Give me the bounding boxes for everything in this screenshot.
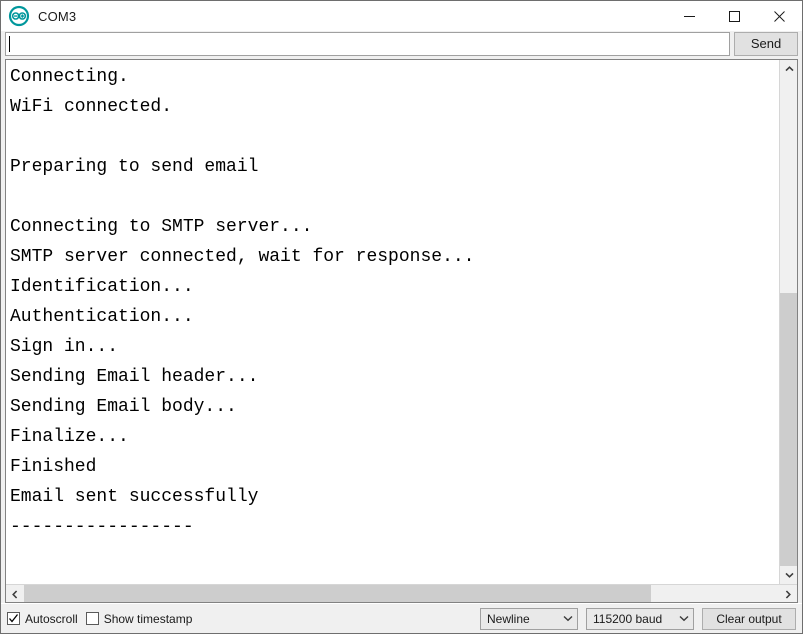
console-line: Finished: [10, 457, 97, 477]
maximize-button[interactable]: [712, 1, 757, 31]
show-timestamp-checkbox[interactable]: Show timestamp: [85, 611, 193, 626]
chevron-down-icon: [784, 572, 794, 578]
minimize-icon: [684, 15, 695, 17]
serial-monitor-window: COM3 Send Connecting. WiFi connected. Pr…: [0, 0, 803, 634]
arduino-logo-icon: [8, 5, 30, 27]
vertical-scroll-track[interactable]: [780, 78, 797, 566]
vertical-scroll-thumb[interactable]: [780, 292, 797, 566]
clear-output-button[interactable]: Clear output: [702, 607, 796, 630]
console-line: Connecting.: [10, 67, 129, 87]
send-input-wrapper[interactable]: [5, 32, 730, 56]
console-line: Preparing to send email: [10, 157, 259, 177]
chevron-left-icon: [12, 589, 18, 599]
output-body: Connecting. WiFi connected. Preparing to …: [6, 60, 797, 584]
window-title: COM3: [38, 8, 77, 24]
chevron-right-icon: [785, 589, 791, 599]
console-line: Sign in...: [10, 337, 119, 357]
baud-rate-value: 115200 baud: [593, 611, 663, 626]
text-caret: [9, 36, 10, 52]
scroll-right-button[interactable]: [779, 585, 797, 602]
console-line: Connecting to SMTP server...: [10, 217, 313, 237]
chevron-down-icon: [679, 615, 689, 622]
console-line: WiFi connected.: [10, 97, 173, 117]
chevron-down-icon: [563, 615, 573, 622]
minimize-button[interactable]: [667, 1, 712, 31]
send-button[interactable]: Send: [734, 32, 798, 56]
show-timestamp-checkbox-box[interactable]: [85, 612, 99, 625]
scroll-left-button[interactable]: [6, 585, 24, 602]
console-line: Identification...: [10, 277, 194, 297]
status-bar: Autoscroll Show timestamp Newline 115200…: [1, 603, 802, 633]
autoscroll-checkbox[interactable]: Autoscroll: [7, 612, 78, 626]
output-panel: Connecting. WiFi connected. Preparing to …: [5, 59, 798, 603]
chevron-up-icon: [784, 66, 794, 72]
close-button[interactable]: [757, 1, 802, 31]
line-ending-value: Newline: [487, 611, 530, 626]
console-line: Email sent successfully: [10, 487, 259, 507]
vertical-scrollbar[interactable]: [779, 60, 797, 584]
console-line: Sending Email header...: [10, 367, 259, 387]
scroll-up-button[interactable]: [780, 60, 797, 78]
line-ending-select[interactable]: Newline: [480, 607, 578, 630]
horizontal-scroll-thumb[interactable]: [24, 585, 651, 602]
title-bar: COM3: [1, 1, 802, 31]
console-line: Authentication...: [10, 307, 194, 327]
console-line: SMTP server connected, wait for response…: [10, 247, 475, 267]
baud-rate-select[interactable]: 115200 baud: [586, 607, 694, 630]
send-row: Send: [1, 31, 802, 59]
console-line: Sending Email body...: [10, 397, 237, 417]
console-line: -----------------: [10, 517, 194, 537]
scroll-down-button[interactable]: [780, 566, 797, 584]
window-controls: [667, 1, 802, 31]
check-icon: [9, 614, 19, 623]
console-line: Finalize...: [10, 427, 129, 447]
horizontal-scroll-track[interactable]: [24, 585, 779, 602]
horizontal-scrollbar[interactable]: [6, 584, 797, 602]
show-timestamp-label: Show timestamp: [103, 611, 193, 626]
send-input[interactable]: [6, 33, 729, 55]
maximize-icon: [729, 10, 740, 22]
serial-output-console[interactable]: Connecting. WiFi connected. Preparing to …: [6, 60, 779, 584]
autoscroll-label: Autoscroll: [25, 611, 78, 626]
autoscroll-checkbox-box[interactable]: [7, 612, 20, 625]
close-icon: [774, 10, 785, 22]
